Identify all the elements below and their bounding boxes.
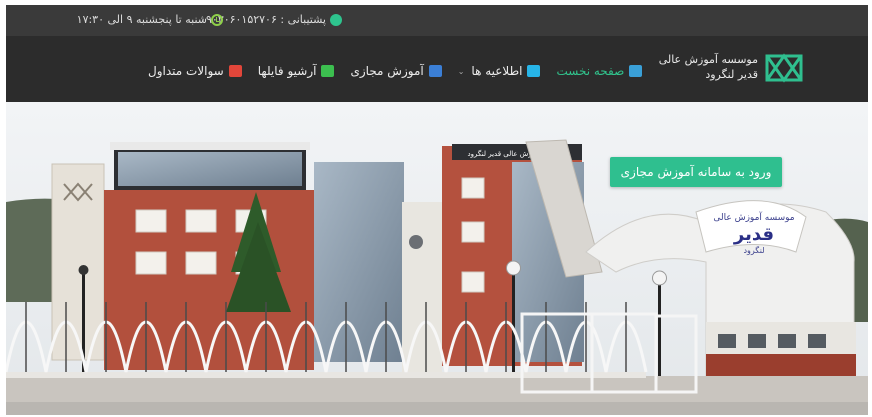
headset-icon (330, 13, 342, 26)
nav-archive-label: آرشیو فایلها (257, 64, 317, 78)
logo-text: موسسه آموزش عالی قدیر لنگرود (659, 52, 758, 82)
gate-sign-line1: موسسه آموزش عالی (713, 211, 794, 223)
nav-faq[interactable]: سوالات متداول (148, 64, 242, 78)
nav-news[interactable]: اطلاعیه ها ⌄ (458, 64, 541, 78)
campus-photo: موسسه آموزش عالی قدیر لنگرود موسسه آموزش… (6, 102, 868, 415)
brand-line1: موسسه آموزش عالی (658, 53, 758, 66)
elearning-login-button[interactable]: ورود به سامانه آموزش مجازی (610, 157, 782, 187)
nav-elearning-label: آموزش مجازی (350, 64, 424, 78)
hero-banner: موسسه آموزش عالی قدیر لنگرود موسسه آموزش… (6, 102, 868, 415)
nav-home[interactable]: صفحه نخست (556, 64, 643, 78)
home-icon (629, 65, 643, 77)
news-icon (527, 65, 541, 77)
nav-home-label: صفحه نخست (556, 64, 625, 78)
archive-icon (321, 65, 335, 77)
nav-elearning[interactable]: آموزش مجازی (350, 64, 442, 78)
working-hours: شنبه تا پنجشنبه ۹ الی ۱۷:۳۰ (77, 13, 223, 26)
faq-icon (228, 65, 242, 77)
hours-text: شنبه تا پنجشنبه ۹ الی ۱۷:۳۰ (76, 13, 207, 26)
gate-sign-line2: قدیر (733, 224, 774, 245)
nav-news-label: اطلاعیه ها (471, 64, 523, 78)
chevron-down-icon: ⌄ (457, 66, 465, 76)
nav-faq-label: سوالات متداول (148, 64, 224, 78)
clock-icon (211, 13, 223, 26)
gate-sign-line3: لنگرود (743, 245, 764, 255)
top-info-bar: پشتیبانی : ۰۹۰۳۰۶۰۱۵۲۷۰۶ شنبه تا پنجشنبه… (6, 5, 868, 36)
main-navbar: موسسه آموزش عالی قدیر لنگرود صفحه نخست ا… (6, 36, 868, 102)
logo-mark-icon (765, 53, 803, 83)
elearning-icon (428, 65, 442, 77)
brand-line2: قدیر لنگرود (705, 68, 758, 81)
nav-archive[interactable]: آرشیو فایلها (258, 64, 335, 78)
site-logo[interactable]: موسسه آموزش عالی قدیر لنگرود (659, 50, 804, 84)
main-menu: صفحه نخست اطلاعیه ها ⌄ آموزش مجازی آرشیو… (148, 64, 643, 78)
